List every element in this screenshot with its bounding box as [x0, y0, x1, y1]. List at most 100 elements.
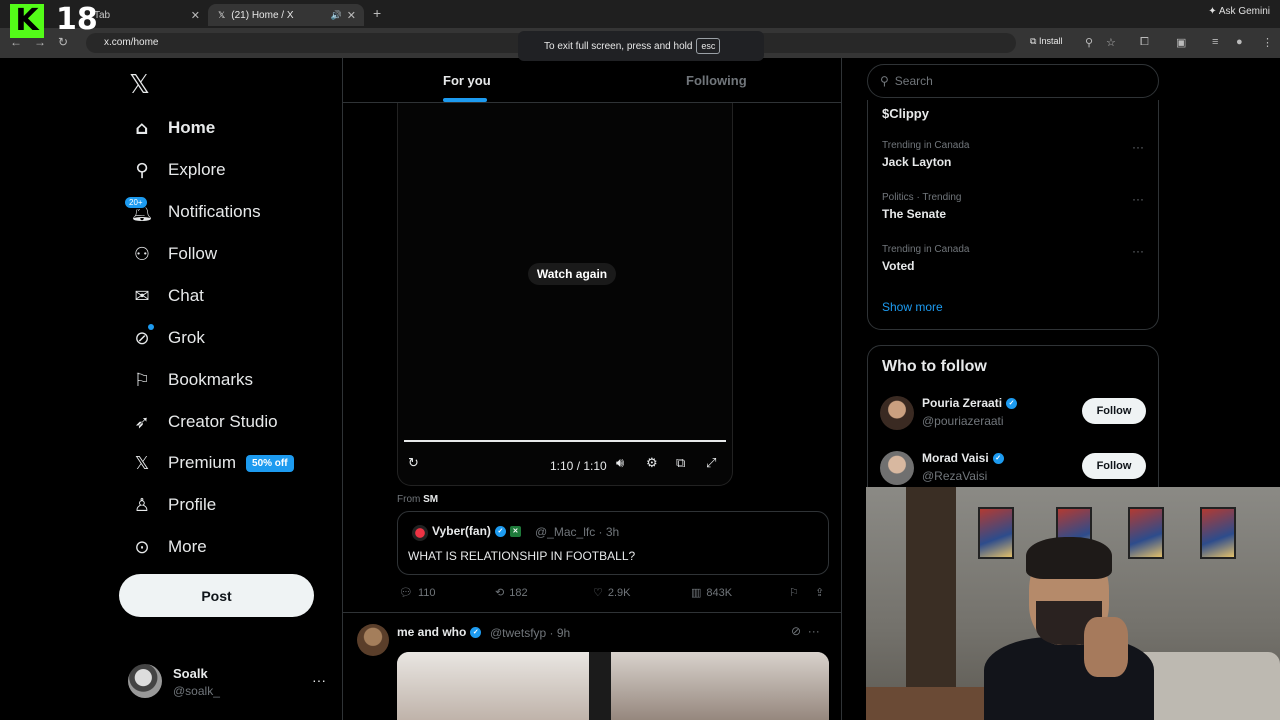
affiliate-badge-icon: ✕ — [509, 526, 521, 538]
kick-logo-icon: K — [10, 4, 44, 38]
more-horizontal-icon[interactable]: ··· — [808, 624, 820, 638]
follow-suggestion[interactable]: Morad Vaisi ✓ @RezaVaisi Follow — [880, 447, 1148, 487]
sidebar-item-premium[interactable]: 𝕏 Premium 50% off — [130, 449, 294, 477]
avatar[interactable] — [357, 624, 389, 656]
watch-again-button[interactable]: Watch again — [528, 263, 616, 285]
settings-gear-icon[interactable]: ⚙ — [646, 456, 658, 471]
person-icon: ♙ — [133, 494, 151, 516]
sidebar-item-label: Bookmarks — [168, 370, 254, 389]
tweet-author-name[interactable]: me and who ✓ — [397, 625, 482, 639]
follow-button[interactable]: Follow — [1082, 398, 1146, 424]
menu-lines-icon[interactable]: ≡ — [1212, 36, 1218, 48]
fullscreen-toast: To exit full screen, press and hold esc — [518, 31, 764, 61]
webcam-streamer — [984, 537, 1154, 720]
sidebar-item-chat[interactable]: ✉ Chat — [130, 282, 203, 310]
mail-icon: ✉ — [134, 285, 150, 307]
sidebar-item-label: Grok — [168, 328, 205, 347]
star-icon[interactable]: ☆ — [1106, 36, 1116, 49]
grok-icon[interactable]: ⊘ — [791, 624, 801, 638]
trend-context: Trending in Canada — [882, 244, 970, 255]
browser-tab-active[interactable]: 𝕏 (21) Home / X 🔊 ✕ — [208, 4, 364, 26]
profile-name: Soalk — [173, 666, 208, 681]
sidebar-item-profile[interactable]: ♙ Profile — [130, 491, 216, 519]
install-button[interactable]: ⧉ Install — [1030, 36, 1062, 47]
webcam-overlay — [866, 487, 1280, 720]
person-plus-icon: ⚇ — [133, 243, 151, 265]
quoted-tweet[interactable]: Vyber(fan) ✓ ✕ @_Mac_lfc · 3h WHAT IS RELA… — [397, 511, 829, 575]
quoted-author-name: Vyber(fan) ✓ ✕ — [432, 524, 521, 538]
suggestion-handle: @pouriazeraati — [922, 414, 1004, 428]
more-horizontal-icon[interactable]: ··· — [1132, 140, 1144, 154]
video-progress-bar[interactable] — [404, 440, 726, 442]
ask-gemini-button[interactable]: ✦ Ask Gemini — [1208, 6, 1270, 17]
close-icon[interactable]: ✕ — [347, 9, 356, 22]
streamer-hair — [1026, 537, 1112, 579]
browser-tab-bar: Tab ✕ 𝕏 (21) Home / X 🔊 ✕ + ✦ Ask Gemini — [0, 0, 1280, 28]
video-player[interactable]: Watch again ↻ 1:10 / 1:10 🔊︎ ⚙ ⧉ ⤢ — [397, 103, 733, 486]
sidebar-item-follow[interactable]: ⚇ Follow — [130, 240, 217, 268]
suggestion-name: Pouria Zeraati ✓ — [922, 396, 1018, 410]
streamer-body — [984, 637, 1154, 720]
tab-following[interactable]: Following — [686, 73, 747, 88]
volume-icon[interactable]: 🔊︎ — [616, 456, 624, 471]
close-icon[interactable]: ✕ — [191, 9, 200, 22]
sidebar-item-creator-studio[interactable]: ➶ Creator Studio — [130, 408, 277, 436]
from-prefix: From — [397, 494, 421, 505]
more-horizontal-icon[interactable]: ··· — [312, 672, 326, 688]
tab-for-you[interactable]: For you — [443, 73, 491, 88]
new-tab-icon[interactable]: + — [373, 5, 381, 21]
sidebar-item-grok[interactable]: ⊘ Grok — [130, 324, 205, 352]
pip-icon[interactable]: ⧉ — [676, 456, 685, 471]
like-count: 2.9K — [607, 586, 631, 599]
reply-button[interactable]: 💬︎ 110 — [399, 586, 436, 599]
search-input[interactable]: ⚲ Search — [867, 64, 1159, 98]
post-button[interactable]: Post — [119, 574, 314, 617]
follow-button[interactable]: Follow — [1082, 453, 1146, 479]
quoted-author-handle: @_Mac_lfc · 3h — [535, 525, 620, 539]
trend-item[interactable]: Trending in Canada Jack Layton ··· — [882, 140, 1152, 180]
trend-item[interactable]: Trending in Canada Voted ··· — [882, 244, 1152, 284]
more-horizontal-icon[interactable]: ··· — [1132, 192, 1144, 206]
author-name-text: Vyber(fan) — [432, 524, 491, 538]
video-source[interactable]: From SM — [397, 494, 438, 505]
sidebar-item-notifications[interactable]: 🔔︎ Notifications — [130, 198, 261, 226]
sidebar-item-label: Premium — [168, 453, 237, 472]
kebab-menu-icon[interactable]: ⋮ — [1262, 36, 1273, 49]
bookmark-button[interactable]: ⚐ — [789, 586, 799, 599]
home-icon: ⌂ — [135, 117, 149, 139]
zoom-icon[interactable]: ⚲ — [1085, 36, 1093, 49]
sidebar-item-bookmarks[interactable]: ⚐ Bookmarks — [130, 366, 253, 394]
replay-icon[interactable]: ↻ — [408, 456, 419, 471]
x-logo-icon[interactable]: 𝕏 — [129, 70, 150, 100]
extensions-icon[interactable]: ⧠ — [1140, 36, 1149, 49]
url-text: x.com/home — [104, 37, 159, 48]
active-tab-indicator — [443, 98, 487, 102]
reload-icon[interactable]: ↻ — [58, 35, 68, 49]
sidepanel-icon[interactable]: ▣ — [1176, 36, 1186, 49]
speaker-icon[interactable]: 🔊 — [331, 10, 342, 21]
share-button[interactable]: ⇪ — [815, 586, 824, 599]
fullscreen-toast-text: To exit full screen, press and hold — [544, 40, 693, 52]
follow-suggestion[interactable]: Pouria Zeraati ✓ @pouriazeraati Follow — [880, 392, 1148, 432]
trend-item[interactable]: $Clippy — [882, 106, 929, 121]
trend-context: Politics · Trending — [882, 192, 962, 203]
trend-item[interactable]: Politics · Trending The Senate ··· — [882, 192, 1152, 232]
like-button[interactable]: ♡ 2.9K — [593, 586, 631, 599]
tweet-media[interactable] — [397, 652, 829, 720]
show-more-link[interactable]: Show more — [882, 300, 943, 314]
fullscreen-icon[interactable]: ⤢ — [706, 456, 716, 471]
x-icon: 𝕏 — [134, 452, 150, 474]
avatar — [412, 525, 428, 541]
verified-badge-icon: ✓ — [1006, 398, 1018, 410]
repost-button[interactable]: ⟲ 182 — [495, 586, 528, 599]
more-horizontal-icon[interactable]: ··· — [1132, 244, 1144, 258]
sidebar-item-explore[interactable]: ⚲ Explore — [130, 156, 225, 184]
sidebar-item-more[interactable]: ⊙ More — [130, 533, 206, 561]
sidebar-item-label: Follow — [168, 244, 218, 263]
esc-key: esc — [696, 38, 721, 54]
account-switcher[interactable]: Soalk @soalk_ ··· — [128, 662, 328, 706]
more-circle-icon: ⊙ — [134, 536, 150, 558]
views-button[interactable]: ▥ 843K — [691, 586, 732, 599]
sidebar-item-home[interactable]: ⌂ Home — [130, 114, 216, 142]
profile-icon[interactable]: ● — [1236, 36, 1243, 48]
